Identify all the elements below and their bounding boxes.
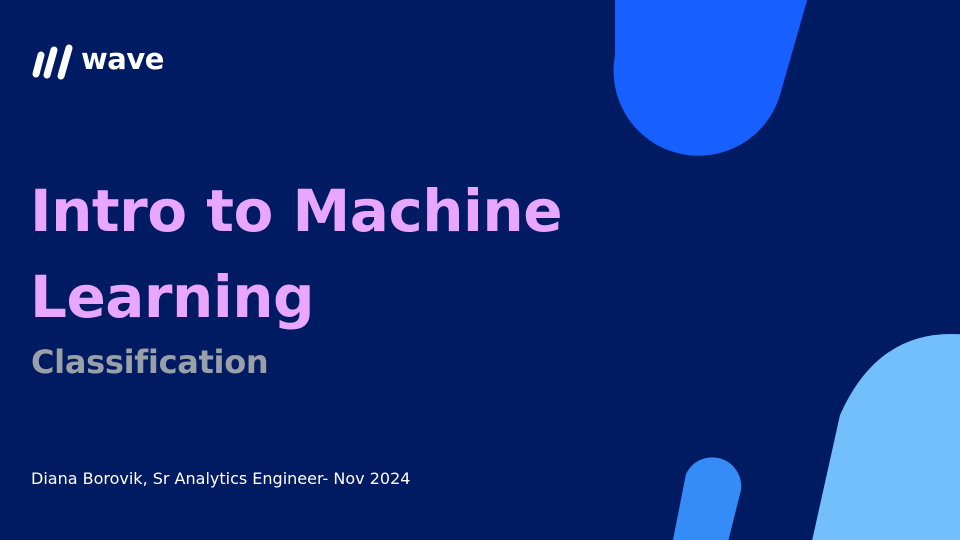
wave-stripes-icon <box>32 44 73 80</box>
logo-wordmark: wave <box>81 41 164 76</box>
small-blue-pill-shape <box>672 457 742 540</box>
title-line-2: Learning <box>30 263 315 331</box>
title-line-1: Intro to Machine <box>30 177 563 245</box>
slide-title: Intro to Machine Learning <box>30 168 630 340</box>
wave-logo: wave <box>32 40 164 82</box>
blue-pill-shape <box>613 0 808 156</box>
light-blue-pill-shape <box>812 334 960 540</box>
slide-subtitle: Classification <box>31 343 269 381</box>
title-slide: wave Intro to Machine Learning Classific… <box>0 0 960 540</box>
author-byline: Diana Borovik, Sr Analytics Engineer- No… <box>31 469 411 488</box>
